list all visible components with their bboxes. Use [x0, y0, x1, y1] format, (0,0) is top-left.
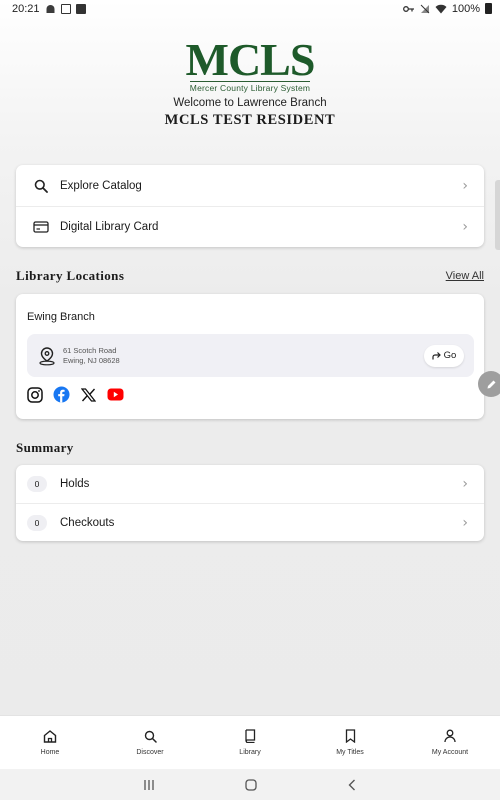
system-navigation-bar: [0, 769, 500, 800]
person-icon: [444, 729, 456, 743]
nav-discover-label: Discover: [136, 748, 164, 756]
summary-card: 0 Holds › 0 Checkouts ›: [16, 465, 484, 541]
user-name: MCLS TEST RESIDENT: [164, 112, 336, 128]
status-bar: 20:21 100%: [0, 0, 500, 17]
explore-catalog-label: Explore Catalog: [60, 179, 142, 192]
android-icon: [46, 4, 55, 13]
nav-library-label: Library: [239, 749, 261, 756]
notification-icon-2: [75, 3, 86, 14]
address-box: 61 Scotch Road Ewing, NJ 08628 Go: [27, 334, 474, 377]
checkouts-label: Checkouts: [60, 516, 115, 529]
signal-muted-icon: [420, 4, 430, 13]
view-all-link[interactable]: View All: [446, 270, 484, 282]
bottom-navigation: Home Discover Library My Titles My Accou…: [0, 715, 500, 769]
chevron-right-icon: ›: [462, 177, 468, 194]
bookmark-icon: [345, 729, 355, 743]
search-icon: [32, 177, 50, 195]
recent-apps-icon[interactable]: [143, 779, 155, 791]
location-card: Ewing Branch 61 Scotch Road Ewing, NJ 08…: [16, 294, 484, 419]
wifi-icon: [435, 4, 447, 13]
search-icon: [144, 730, 157, 743]
youtube-icon[interactable]: [107, 386, 124, 403]
battery-percent: 100%: [451, 2, 480, 15]
mcls-logo: MCLS Mercer County Library System: [0, 34, 500, 94]
directions-arrow-icon: [432, 351, 441, 359]
x-icon[interactable]: [80, 386, 97, 403]
chevron-right-icon: ›: [462, 219, 468, 235]
nav-my-account[interactable]: My Account: [400, 716, 500, 769]
vpn-key-icon: [402, 5, 414, 12]
digital-library-card-row[interactable]: Digital Library Card ›: [16, 206, 484, 247]
card-icon: [32, 218, 50, 236]
chevron-right-icon: ›: [462, 476, 468, 492]
library-locations-title: Library Locations: [16, 268, 125, 283]
holds-label: Holds: [60, 478, 90, 490]
social-links: [26, 386, 124, 403]
logo-text: MCLS: [185, 34, 316, 85]
quick-links-card: Explore Catalog › Digital Library Card ›: [16, 165, 484, 247]
checkouts-count: 0: [27, 514, 47, 531]
branch-address: 61 Scotch Road Ewing, NJ 08628: [63, 346, 424, 366]
nav-discover[interactable]: Discover: [100, 716, 200, 769]
address-line-1: 61 Scotch Road: [63, 345, 117, 355]
nav-home[interactable]: Home: [0, 716, 100, 769]
edit-pencil-icon[interactable]: [478, 371, 500, 397]
nav-my-titles-label: My Titles: [336, 749, 364, 756]
holds-count: 0: [27, 476, 47, 492]
battery-icon: [485, 3, 492, 14]
status-time: 20:21: [12, 2, 40, 15]
summary-title: Summary: [16, 440, 74, 455]
branch-name: Ewing Branch: [27, 311, 95, 323]
nav-my-account-label: My Account: [431, 749, 469, 756]
edge-panel-handle[interactable]: [495, 180, 500, 250]
nav-my-titles[interactable]: My Titles: [300, 716, 400, 769]
go-button[interactable]: Go: [424, 344, 464, 367]
status-left: 20:21: [12, 3, 86, 15]
nav-home-label: Home: [40, 748, 60, 756]
go-label: Go: [443, 350, 457, 361]
nav-library[interactable]: Library: [200, 716, 300, 769]
holds-row[interactable]: 0 Holds ›: [16, 465, 484, 503]
location-pin-icon: [39, 346, 55, 365]
home-icon: [43, 729, 57, 743]
checkouts-row[interactable]: 0 Checkouts ›: [16, 503, 484, 541]
back-icon[interactable]: [347, 779, 357, 791]
digital-library-card-label: Digital Library Card: [60, 221, 159, 233]
home-button-icon[interactable]: [245, 778, 257, 791]
welcome-text: Welcome to Lawrence Branch: [173, 97, 327, 109]
instagram-icon[interactable]: [26, 386, 43, 403]
explore-catalog-row[interactable]: Explore Catalog ›: [16, 165, 484, 206]
address-line-2: Ewing, NJ 08628: [63, 355, 120, 365]
book-icon: [245, 729, 256, 743]
status-right: 100%: [402, 2, 492, 15]
chevron-right-icon: ›: [462, 514, 468, 531]
facebook-icon[interactable]: [53, 386, 70, 403]
notification-icon: [60, 3, 71, 14]
